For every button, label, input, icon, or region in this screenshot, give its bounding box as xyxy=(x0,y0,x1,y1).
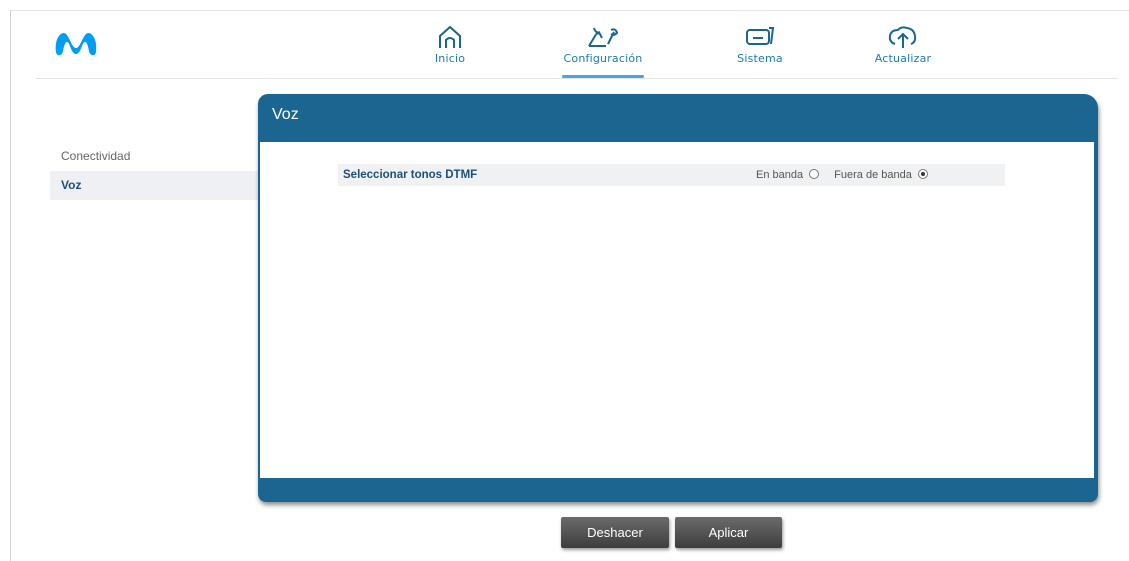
nav-actualizar-label: Actualizar xyxy=(874,52,932,65)
system-icon xyxy=(746,27,775,45)
radio-fuera-de-banda[interactable]: Fuera de banda xyxy=(834,169,928,181)
nav-inicio[interactable]: Inicio xyxy=(425,24,475,76)
voice-panel: Voz Seleccionar tonos DTMF En banda Fuer… xyxy=(258,94,1098,502)
movistar-logo xyxy=(55,32,97,56)
nav-actualizar[interactable]: Actualizar xyxy=(866,24,940,76)
panel-title: Voz xyxy=(272,106,299,123)
nav-configuracion[interactable]: Configuración xyxy=(556,24,650,78)
apply-button[interactable]: Aplicar xyxy=(675,517,782,548)
panel-body: Seleccionar tonos DTMF En banda Fuera de… xyxy=(260,142,1094,478)
sidebar-item-conectividad[interactable]: Conectividad xyxy=(50,142,260,171)
nav-sistema[interactable]: Sistema xyxy=(728,24,792,76)
radio-fuera-de-banda-label: Fuera de banda xyxy=(834,169,912,181)
dtmf-radio-group: En banda Fuera de banda xyxy=(756,169,940,181)
sidebar-item-voz[interactable]: Voz xyxy=(50,171,260,200)
radio-en-banda[interactable]: En banda xyxy=(756,169,820,181)
dtmf-setting-row: Seleccionar tonos DTMF En banda Fuera de… xyxy=(338,164,1005,186)
undo-button[interactable]: Deshacer xyxy=(561,517,669,548)
dtmf-label: Seleccionar tonos DTMF xyxy=(343,169,478,181)
sidebar: Conectividad Voz xyxy=(50,142,260,200)
radio-en-banda-label: En banda xyxy=(756,169,804,181)
nav-inicio-label: Inicio xyxy=(434,52,466,65)
radio-fuera-de-banda-circle[interactable] xyxy=(917,169,928,179)
radio-en-banda-circle[interactable] xyxy=(809,169,820,179)
update-icon xyxy=(888,26,917,48)
home-icon xyxy=(439,25,461,48)
configuration-icon xyxy=(588,27,619,47)
nav-sistema-label: Sistema xyxy=(737,52,783,65)
nav-configuracion-label: Configuración xyxy=(563,52,643,65)
header-divider xyxy=(36,78,1118,79)
